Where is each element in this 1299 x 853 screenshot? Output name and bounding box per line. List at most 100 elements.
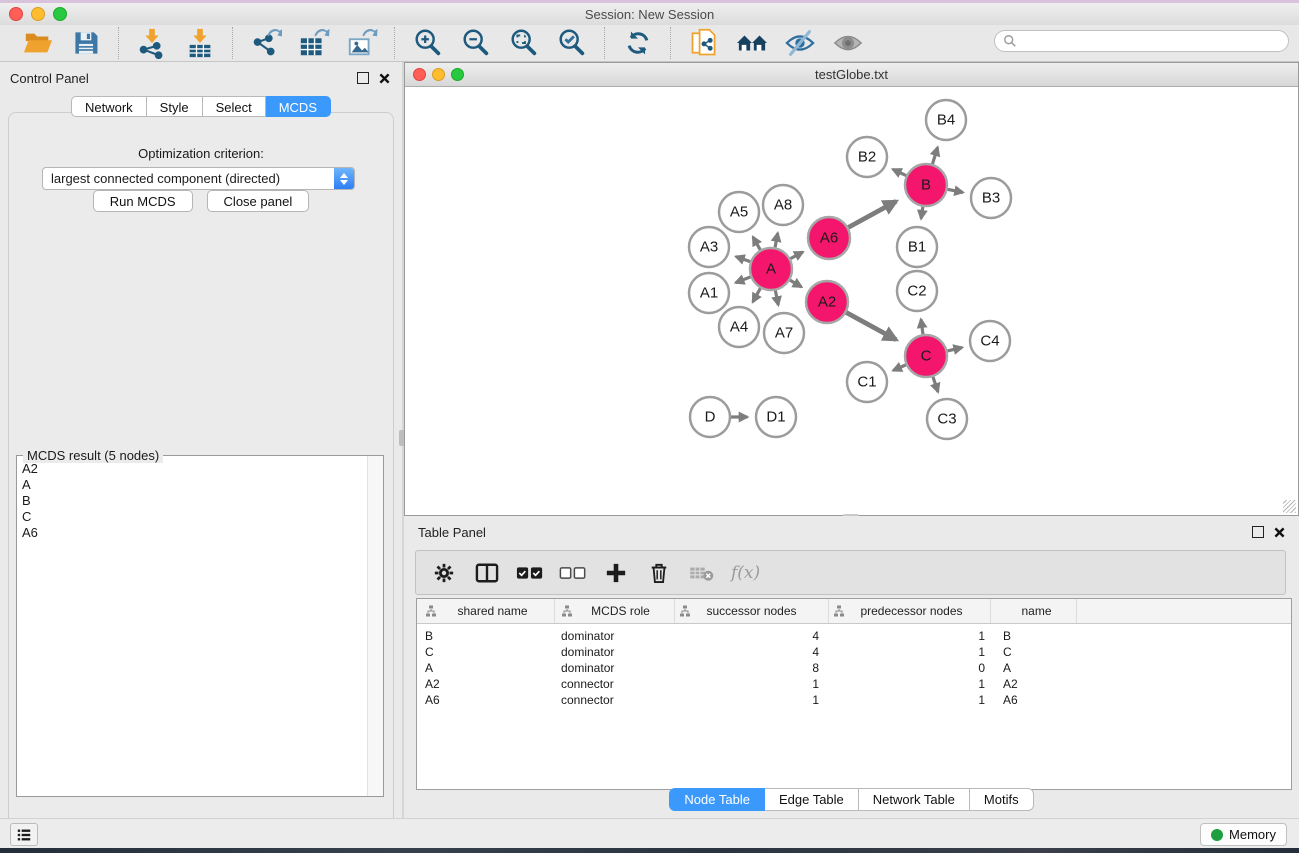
network-close-button[interactable] bbox=[413, 68, 426, 81]
export-network-button[interactable] bbox=[248, 26, 284, 60]
table-cell[interactable]: connector bbox=[555, 677, 675, 691]
delete-column-button[interactable] bbox=[645, 558, 673, 588]
memory-button[interactable]: Memory bbox=[1200, 823, 1287, 846]
select-all-button[interactable] bbox=[516, 558, 544, 588]
network-minimize-button[interactable] bbox=[432, 68, 445, 81]
edge-A6-B[interactable] bbox=[848, 201, 896, 227]
close-panel-button[interactable]: Close panel bbox=[207, 190, 310, 212]
zoom-fit-button[interactable] bbox=[506, 26, 542, 60]
edge-C-C4[interactable] bbox=[947, 348, 962, 351]
edge-A-A4[interactable] bbox=[753, 288, 761, 302]
close-window-button[interactable] bbox=[9, 7, 23, 21]
table-row[interactable]: Adominator80A bbox=[417, 660, 1291, 676]
refresh-button[interactable] bbox=[620, 26, 656, 60]
resize-grip-icon[interactable] bbox=[1283, 500, 1296, 513]
edge-A-A2[interactable] bbox=[790, 280, 802, 287]
tab-node-table[interactable]: Node Table bbox=[669, 788, 765, 811]
edge-A-A5[interactable] bbox=[753, 237, 760, 250]
add-column-button[interactable] bbox=[602, 558, 630, 588]
table-cell[interactable]: A2 bbox=[991, 677, 1077, 691]
tab-motifs[interactable]: Motifs bbox=[970, 788, 1034, 811]
table-cell[interactable]: 1 bbox=[829, 693, 991, 707]
table-cell[interactable]: 1 bbox=[829, 677, 991, 691]
mcds-result-item[interactable]: A bbox=[22, 477, 367, 493]
column-header-shared-name[interactable]: shared name bbox=[417, 599, 555, 623]
tab-edge-table[interactable]: Edge Table bbox=[765, 788, 859, 811]
table-cell[interactable]: A6 bbox=[991, 693, 1077, 707]
edge-A2-C[interactable] bbox=[846, 313, 896, 340]
run-mcds-button[interactable]: Run MCDS bbox=[93, 190, 193, 212]
table-row[interactable]: Cdominator41C bbox=[417, 644, 1291, 660]
edge-B-B2[interactable] bbox=[893, 169, 906, 175]
table-row[interactable]: A2connector11A2 bbox=[417, 676, 1291, 692]
edge-C-C2[interactable] bbox=[921, 319, 923, 334]
edge-A-A3[interactable] bbox=[736, 257, 750, 262]
table-cell[interactable]: A6 bbox=[417, 693, 555, 707]
import-table-button[interactable] bbox=[182, 26, 218, 60]
column-header-successor-nodes[interactable]: successor nodes bbox=[675, 599, 829, 623]
table-cell[interactable]: C bbox=[417, 645, 555, 659]
column-header-predecessor-nodes[interactable]: predecessor nodes bbox=[829, 599, 991, 623]
export-table-button[interactable] bbox=[296, 26, 332, 60]
edge-B-B3[interactable] bbox=[948, 189, 963, 192]
open-session-button[interactable] bbox=[20, 26, 56, 60]
table-cell[interactable]: dominator bbox=[555, 645, 675, 659]
delete-table-button[interactable] bbox=[688, 558, 716, 588]
tab-select[interactable]: Select bbox=[203, 96, 266, 117]
table-cell[interactable]: 8 bbox=[675, 661, 829, 675]
search-input[interactable] bbox=[1022, 33, 1288, 49]
show-graphics-details-button[interactable] bbox=[830, 26, 866, 60]
search-field[interactable] bbox=[994, 30, 1289, 52]
table-cell[interactable]: 1 bbox=[829, 645, 991, 659]
edge-A-A6[interactable] bbox=[790, 252, 802, 259]
network-zoom-button[interactable] bbox=[451, 68, 464, 81]
zoom-in-button[interactable] bbox=[410, 26, 446, 60]
table-cell[interactable]: A bbox=[417, 661, 555, 675]
table-row[interactable]: A6connector11A6 bbox=[417, 692, 1291, 708]
table-cell[interactable]: 1 bbox=[829, 629, 991, 643]
close-panel-icon[interactable] bbox=[379, 73, 390, 84]
node-table[interactable]: shared nameMCDS rolesuccessor nodesprede… bbox=[416, 598, 1292, 790]
table-cell[interactable]: dominator bbox=[555, 629, 675, 643]
table-cell[interactable]: 4 bbox=[675, 645, 829, 659]
show-columns-button[interactable] bbox=[473, 558, 501, 588]
column-header-MCDS-role[interactable]: MCDS role bbox=[555, 599, 675, 623]
minimize-window-button[interactable] bbox=[31, 7, 45, 21]
save-session-button[interactable] bbox=[68, 26, 104, 60]
mcds-result-item[interactable]: A6 bbox=[22, 525, 367, 541]
network-window-titlebar[interactable]: testGlobe.txt bbox=[405, 63, 1298, 87]
table-row[interactable]: Bdominator41B bbox=[417, 628, 1291, 644]
mcds-result-item[interactable]: C bbox=[22, 509, 367, 525]
new-network-button[interactable] bbox=[686, 26, 722, 60]
edge-C-C3[interactable] bbox=[933, 377, 938, 392]
table-cell[interactable]: 1 bbox=[675, 693, 829, 707]
zoom-out-button[interactable] bbox=[458, 26, 494, 60]
edge-B-B4[interactable] bbox=[932, 147, 937, 164]
float-panel-icon[interactable] bbox=[357, 72, 369, 84]
table-cell[interactable]: A bbox=[991, 661, 1077, 675]
criterion-dropdown[interactable]: largest connected component (directed) bbox=[42, 167, 355, 190]
mcds-result-item[interactable]: B bbox=[22, 493, 367, 509]
edge-A-A8[interactable] bbox=[775, 233, 778, 247]
float-panel-icon[interactable] bbox=[1252, 526, 1264, 538]
function-builder-button[interactable]: f(x) bbox=[731, 563, 760, 583]
deselect-all-button[interactable] bbox=[559, 558, 587, 588]
tab-mcds[interactable]: MCDS bbox=[266, 96, 331, 117]
column-header-name[interactable]: name bbox=[991, 599, 1077, 623]
zoom-window-button[interactable] bbox=[53, 7, 67, 21]
tab-style[interactable]: Style bbox=[147, 96, 203, 117]
export-image-button[interactable] bbox=[344, 26, 380, 60]
table-cell[interactable]: 0 bbox=[829, 661, 991, 675]
home-layout-button[interactable] bbox=[734, 26, 770, 60]
table-cell[interactable]: B bbox=[991, 629, 1077, 643]
edge-A-A1[interactable] bbox=[736, 277, 751, 283]
table-cell[interactable]: C bbox=[991, 645, 1077, 659]
hide-graphics-details-button[interactable] bbox=[782, 26, 818, 60]
task-history-button[interactable] bbox=[10, 823, 38, 846]
import-network-button[interactable] bbox=[134, 26, 170, 60]
mcds-result-item[interactable]: A2 bbox=[22, 461, 367, 477]
mcds-list-scrollbar[interactable] bbox=[367, 456, 383, 796]
table-cell[interactable]: 4 bbox=[675, 629, 829, 643]
edge-A-A7[interactable] bbox=[775, 291, 778, 305]
tab-network[interactable]: Network bbox=[71, 96, 147, 117]
